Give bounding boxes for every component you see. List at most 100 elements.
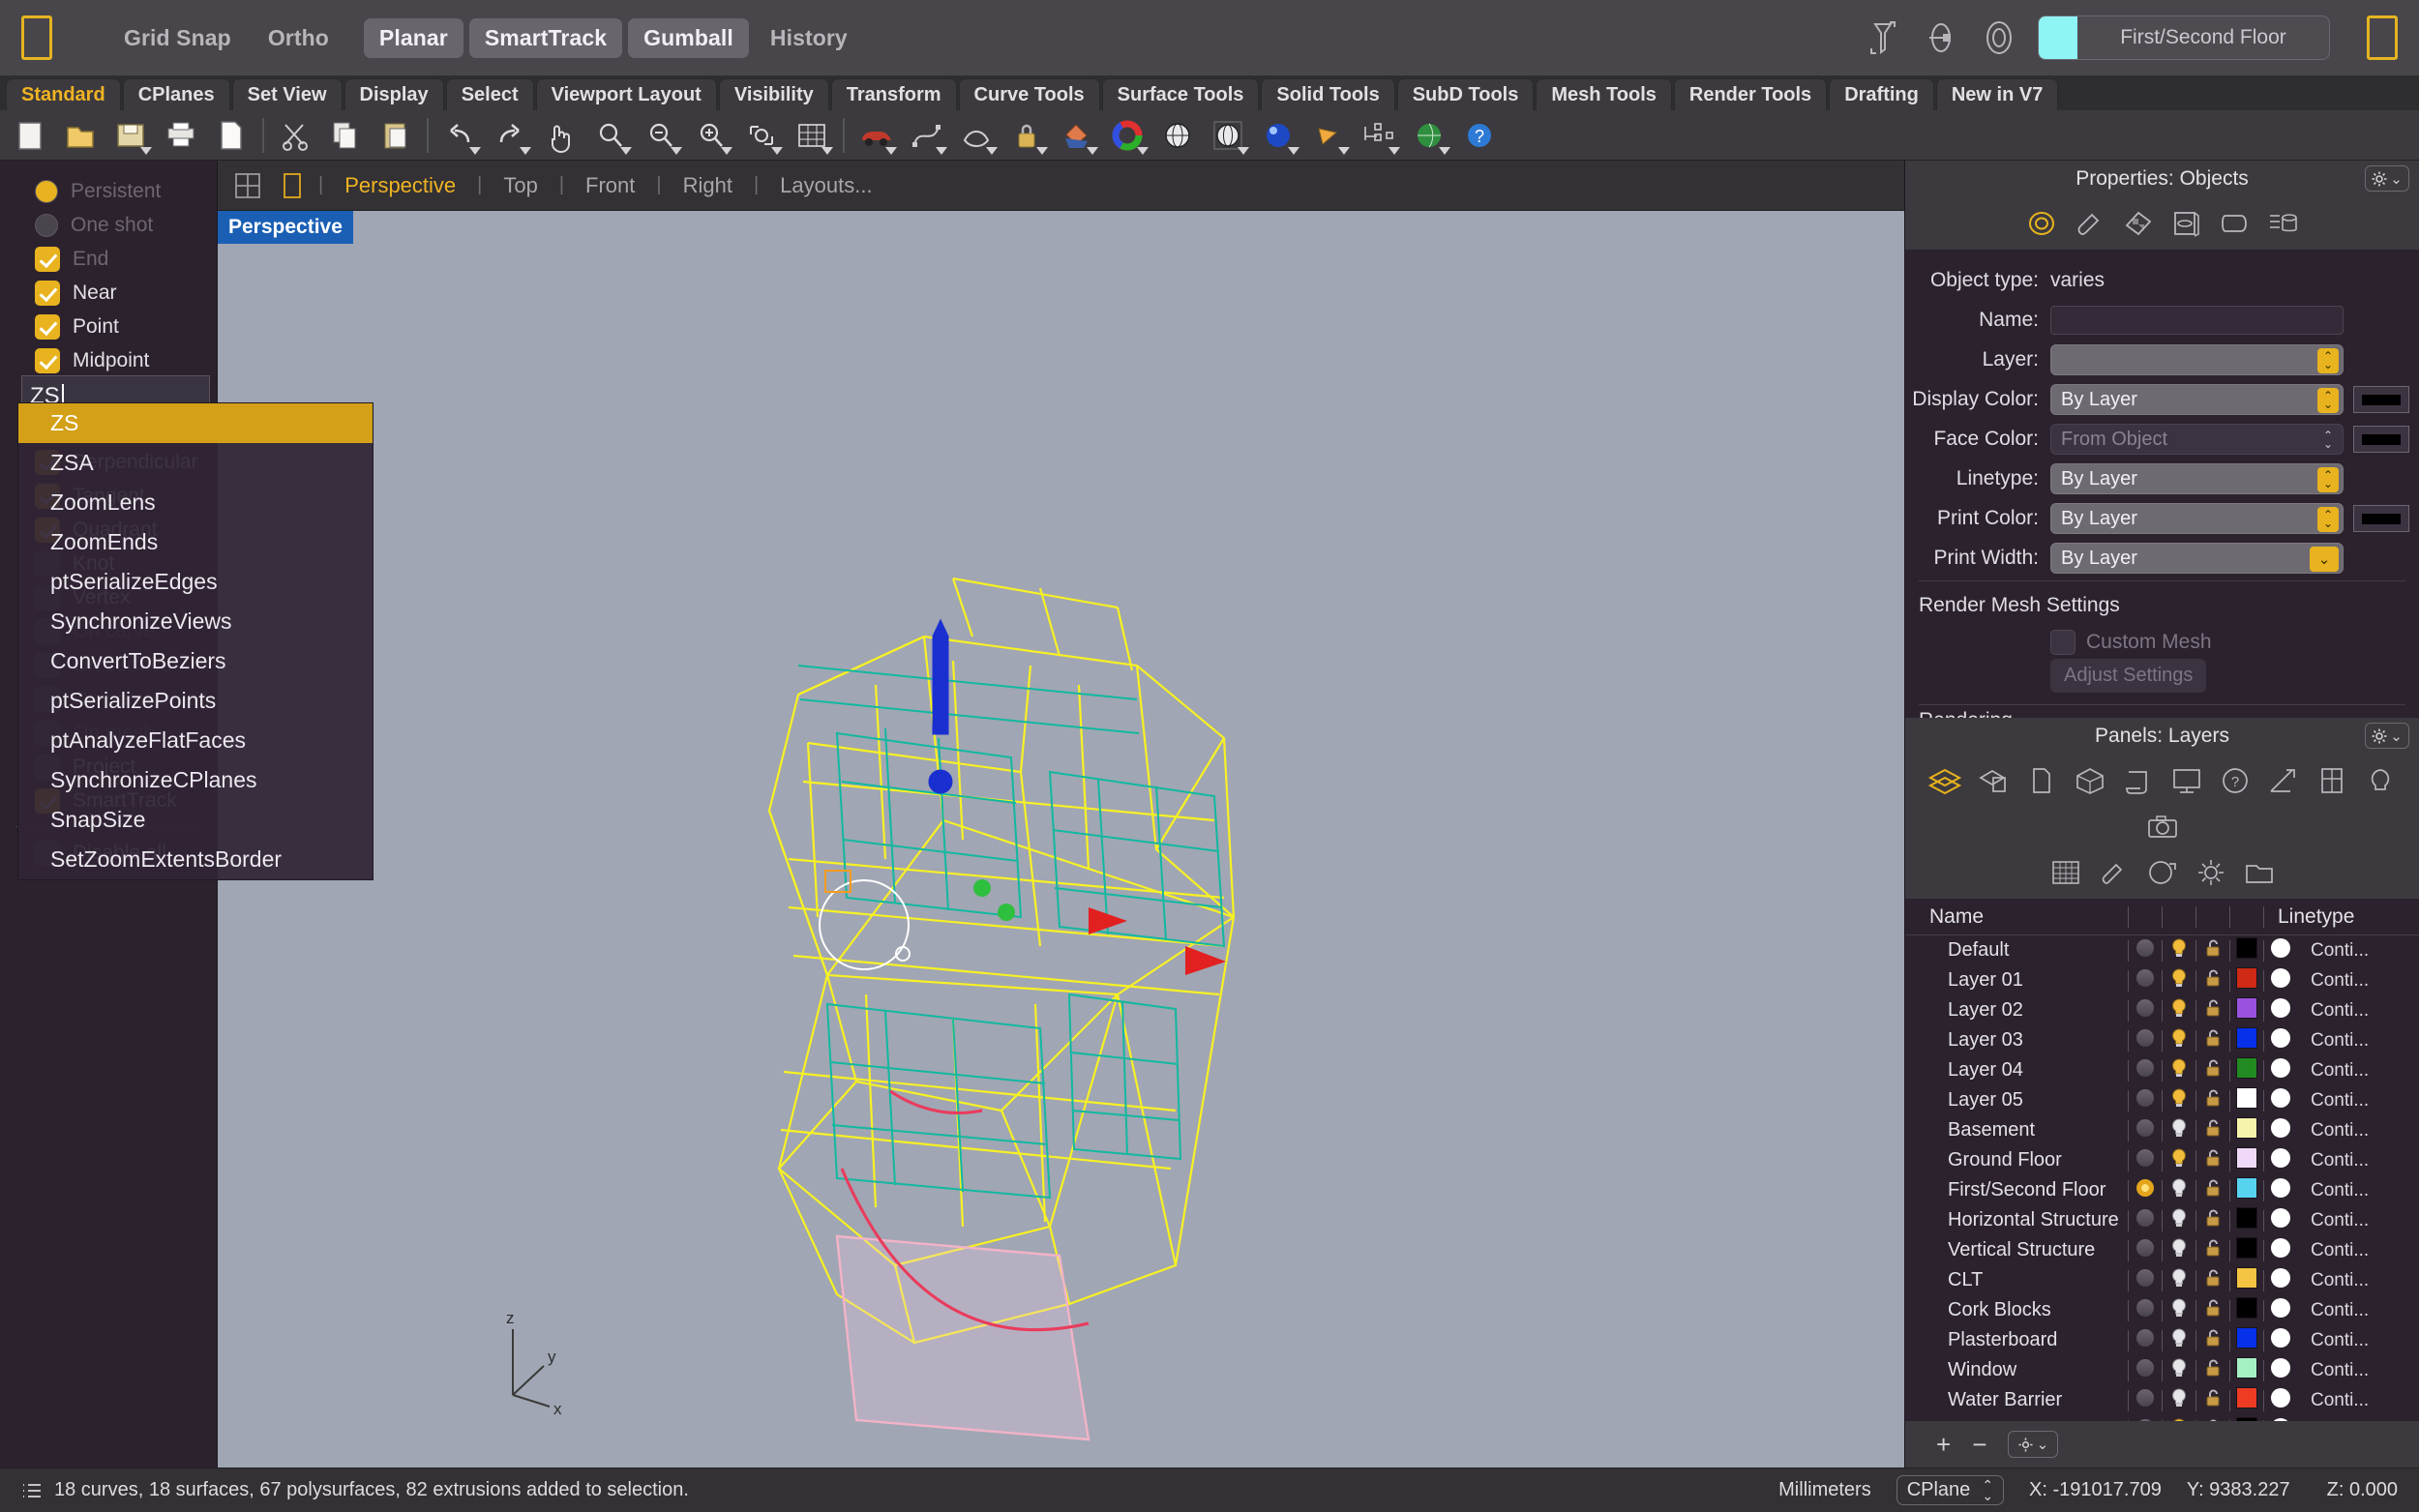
- open-folder-icon[interactable]: [56, 113, 105, 158]
- layer-lock-toggle[interactable]: [2196, 1237, 2229, 1264]
- layer-lock-toggle[interactable]: [2196, 997, 2229, 1024]
- add-layer-button[interactable]: +: [1936, 1430, 1951, 1460]
- layer-linetype[interactable]: Conti...: [2297, 1270, 2369, 1291]
- panel-toggle-icon[interactable]: [2367, 15, 2398, 60]
- grid-icon[interactable]: [2046, 853, 2086, 892]
- osnap-item-end[interactable]: End: [0, 242, 217, 276]
- autocomplete-item-snapsize[interactable]: SnapSize: [18, 800, 373, 840]
- osnap-item-midpoint[interactable]: Midpoint: [0, 343, 217, 377]
- camera-icon[interactable]: [2142, 808, 2183, 846]
- layer-name-cell[interactable]: Layer 03: [1905, 1029, 2128, 1052]
- save-icon[interactable]: [106, 113, 155, 158]
- layer-lock-toggle[interactable]: [2196, 1267, 2229, 1294]
- layer-print-color-swatch[interactable]: [2271, 1327, 2290, 1348]
- name-input[interactable]: [2050, 306, 2344, 335]
- toggle-grid-snap[interactable]: Grid Snap: [108, 18, 247, 58]
- column-header-name[interactable]: Name: [1905, 905, 2128, 929]
- layer-row[interactable]: Plasterboard Conti...: [1905, 1325, 2419, 1355]
- layer-row[interactable]: Layer 02 Conti...: [1905, 995, 2419, 1025]
- layer-lock-toggle[interactable]: [2196, 1147, 2229, 1174]
- cut-scissors-icon[interactable]: [271, 113, 319, 158]
- layer-visibility-toggle[interactable]: [2163, 967, 2195, 994]
- chevron-down-icon[interactable]: ⌄: [2310, 547, 2339, 572]
- help-icon[interactable]: ?: [1455, 113, 1504, 158]
- current-layer-toggle[interactable]: [2136, 1298, 2154, 1317]
- zoom-dynamic-icon[interactable]: [737, 113, 786, 158]
- current-layer-toggle[interactable]: [2136, 1118, 2154, 1137]
- window-icon[interactable]: [2312, 761, 2352, 800]
- toggle-smarttrack[interactable]: SmartTrack: [468, 17, 623, 58]
- layers-tools-button[interactable]: ⌄: [2008, 1431, 2059, 1458]
- viewport-tab-perspective[interactable]: Perspective: [323, 173, 477, 198]
- tab-mesh-tools[interactable]: Mesh Tools: [1536, 78, 1672, 110]
- layer-linetype[interactable]: Conti...: [2297, 1000, 2369, 1022]
- layer-print-color-swatch[interactable]: [2271, 1177, 2290, 1198]
- layer-linetype[interactable]: Conti...: [2297, 1300, 2369, 1321]
- single-view-layout-icon[interactable]: [274, 167, 311, 204]
- print-color-combo[interactable]: By Layer ⌃ ⌄: [2050, 503, 2344, 534]
- surface-tools-icon[interactable]: [952, 113, 1000, 158]
- tab-solid-tools[interactable]: Solid Tools: [1261, 78, 1395, 110]
- undo-arrow-icon[interactable]: [435, 113, 484, 158]
- current-layer-toggle[interactable]: [2136, 1238, 2154, 1257]
- layer-row[interactable]: CLT Conti...: [1905, 1265, 2419, 1295]
- tab-transform[interactable]: Transform: [830, 78, 957, 110]
- layer-linetype[interactable]: Conti...: [2297, 1090, 2369, 1112]
- tab-viewport-layout[interactable]: Viewport Layout: [535, 78, 717, 110]
- zoom-extents-icon[interactable]: [637, 113, 685, 158]
- layer-visibility-toggle[interactable]: [2163, 1387, 2195, 1414]
- layer-color-swatch[interactable]: [2236, 1236, 2257, 1259]
- viewport-title[interactable]: Perspective: [218, 211, 353, 244]
- layer-linetype[interactable]: Conti...: [2297, 1180, 2369, 1201]
- layer-linetype[interactable]: Conti...: [2297, 1240, 2369, 1261]
- layer-row[interactable]: Vertical Structure Conti...: [1905, 1235, 2419, 1265]
- layer-row[interactable]: Window Conti...: [1905, 1355, 2419, 1385]
- layer-lock-toggle[interactable]: [2196, 1087, 2229, 1114]
- layer-color-swatch[interactable]: [2236, 1326, 2257, 1349]
- page-icon[interactable]: [2021, 761, 2062, 800]
- tools-icon[interactable]: [2263, 761, 2304, 800]
- autocomplete-item-synchronizecplanes[interactable]: SynchronizeCPlanes: [18, 760, 373, 800]
- layer-print-color-swatch[interactable]: [2271, 1267, 2290, 1288]
- layer-color-swatch[interactable]: [2236, 1116, 2257, 1139]
- properties-options-button[interactable]: ⌄: [2365, 165, 2409, 192]
- layer-visibility-toggle[interactable]: [2163, 937, 2195, 964]
- layer-color-swatch[interactable]: [2236, 1386, 2257, 1408]
- viewport-tab-top[interactable]: Top: [482, 173, 558, 198]
- layer-name-cell[interactable]: Basement: [1905, 1119, 2128, 1141]
- layer-print-color-swatch[interactable]: [2271, 997, 2290, 1018]
- layer-name-cell[interactable]: CLT: [1905, 1269, 2128, 1291]
- checkbox[interactable]: [35, 313, 60, 340]
- folder-icon[interactable]: [2239, 853, 2280, 892]
- viewport-tab-front[interactable]: Front: [564, 173, 656, 198]
- rendered-mesh-icon[interactable]: [1204, 113, 1252, 158]
- new-file-icon[interactable]: [6, 113, 54, 158]
- layer-visibility-toggle[interactable]: [2163, 1357, 2195, 1384]
- layer-name-cell[interactable]: Layer 04: [1905, 1059, 2128, 1082]
- current-layer-toggle[interactable]: [2136, 998, 2154, 1017]
- print-width-combo[interactable]: By Layer ⌄: [2050, 543, 2344, 574]
- history-list-icon[interactable]: [21, 1481, 43, 1500]
- stepper-arrows-icon[interactable]: ⌃ ⌄: [2317, 467, 2339, 492]
- autocomplete-item-setzoomextentsborder[interactable]: SetZoomExtentsBorder: [18, 840, 373, 879]
- tab-set-view[interactable]: Set View: [231, 78, 343, 110]
- viewport-tab-right[interactable]: Right: [662, 173, 754, 198]
- autocomplete-item-converttobeziers[interactable]: ConvertToBeziers: [18, 641, 373, 681]
- layer-row[interactable]: Layer 05 Conti...: [1905, 1085, 2419, 1115]
- layer-row[interactable]: Layer 03 Conti...: [1905, 1025, 2419, 1055]
- layer-lock-toggle[interactable]: [2196, 937, 2229, 964]
- column-header-linetype[interactable]: Linetype: [2264, 905, 2354, 929]
- face-color-swatch[interactable]: [2353, 426, 2409, 453]
- current-layer-swatch[interactable]: [2039, 16, 2077, 59]
- osnap-item-point[interactable]: Point: [0, 310, 217, 343]
- paint-bucket-icon[interactable]: [1053, 113, 1101, 158]
- layer-row[interactable]: Layer 04 Conti...: [1905, 1055, 2419, 1085]
- list-icon[interactable]: [2263, 204, 2304, 243]
- layer-row[interactable]: Horizontal Structure Conti...: [1905, 1205, 2419, 1235]
- layer-name-cell[interactable]: Layer 05: [1905, 1089, 2128, 1112]
- layer-color-swatch[interactable]: [2236, 1026, 2257, 1049]
- layer-visibility-toggle[interactable]: [2163, 1057, 2195, 1084]
- layer-combo[interactable]: ⌃ ⌄: [2050, 344, 2344, 375]
- scroll-icon[interactable]: [2118, 761, 2159, 800]
- layer-visibility-toggle[interactable]: [2163, 997, 2195, 1024]
